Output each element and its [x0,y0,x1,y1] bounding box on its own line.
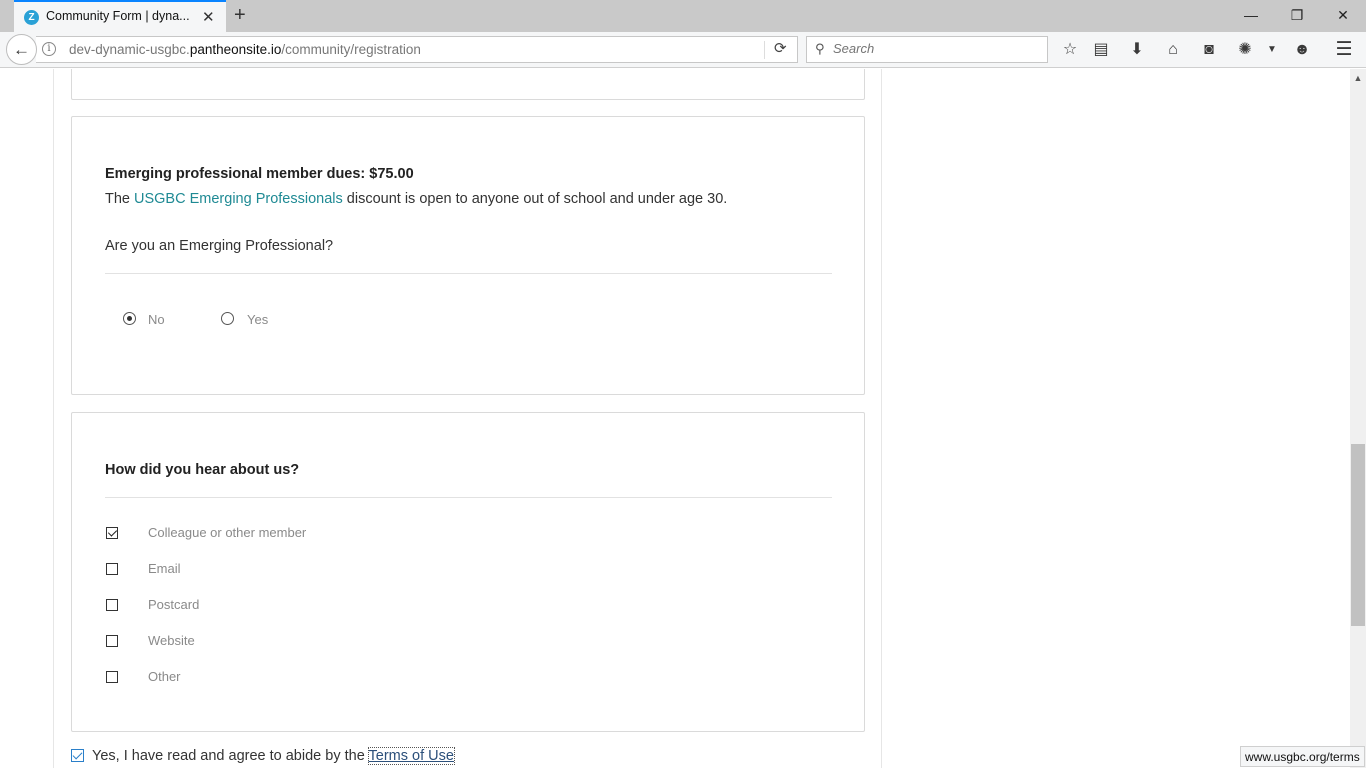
search-icon: ⚲ [815,41,825,56]
scroll-up-icon[interactable]: ▲ [1350,71,1366,85]
close-tab-icon[interactable]: ✕ [202,8,215,26]
dropdown-arrow-icon[interactable]: ▼ [1262,40,1282,60]
scrollbar-thumb[interactable] [1351,444,1365,626]
referral-heading: How did you hear about us? [105,462,300,478]
url-separator [764,41,765,59]
status-bar-url: www.usgbc.org/terms [1240,746,1365,767]
checkbox-postcard[interactable] [106,599,118,611]
dues-description: The USGBC Emerging Professionals discoun… [105,191,727,207]
extension-icon[interactable]: ✺ [1235,40,1255,60]
page-scrollbar[interactable]: ▲ [1350,69,1366,768]
home-icon[interactable]: ⌂ [1163,40,1183,60]
search-bar[interactable]: ⚲ [806,36,1048,63]
menu-icon[interactable]: ☰ [1334,40,1354,60]
url-text: dev-dynamic-usgbc.pantheonsite.io/commun… [69,42,421,57]
checkbox-email-label: Email [148,561,181,576]
emerging-professional-question: Are you an Emerging Professional? [105,238,334,254]
checkbox-other[interactable] [106,671,118,683]
navigation-toolbar: i dev-dynamic-usgbc.pantheonsite.io/comm… [0,32,1366,68]
terms-of-use-link[interactable]: Terms of Use [367,747,455,765]
terms-agree-text: Yes, I have read and agree to abide by t… [92,748,369,764]
referral-section-card: How did you hear about us? Colleague or … [71,412,865,732]
bookmark-star-icon[interactable]: ☆ [1060,40,1080,60]
form-column: Emerging professional member dues: $75.0… [53,69,882,768]
dues-text-after: discount is open to anyone out of school… [342,191,728,207]
tab-title: Community Form | dyna... [46,9,190,23]
download-icon[interactable]: ⬇ [1127,40,1147,60]
minimize-icon[interactable]: — [1228,4,1274,26]
radio-yes-label: Yes [247,312,269,327]
url-path: /community/registration [281,42,421,57]
dues-text-before: The [105,191,135,207]
new-tab-icon[interactable]: + [234,4,246,26]
divider [105,497,832,498]
previous-section-card [71,69,865,100]
info-icon[interactable]: i [42,42,56,56]
checkbox-website[interactable] [106,635,118,647]
radio-yes[interactable] [221,312,234,325]
url-host: pantheonsite.io [189,42,282,57]
back-icon[interactable]: ← [6,34,37,65]
dues-heading: Emerging professional member dues: $75.0… [105,166,414,182]
url-prefix: dev-dynamic-usgbc. [69,42,190,57]
restore-icon[interactable]: ❐ [1274,4,1320,26]
window-close-icon[interactable]: ✕ [1320,4,1366,26]
dues-section-card: Emerging professional member dues: $75.0… [71,116,865,395]
search-input[interactable] [833,41,1043,56]
checkbox-postcard-label: Postcard [148,597,200,612]
checkbox-colleague[interactable] [106,527,118,539]
terms-agree-checkbox[interactable] [71,749,84,762]
radio-no-label: No [148,312,165,327]
checkbox-email[interactable] [106,563,118,575]
site-favicon-icon: Z [24,10,39,25]
page-content: Emerging professional member dues: $75.0… [0,69,1350,768]
checkbox-colleague-label: Colleague or other member [148,525,307,540]
smiley-icon[interactable]: ☻ [1292,40,1312,60]
browser-tab[interactable]: Z Community Form | dyna... ✕ [14,0,226,32]
reload-icon[interactable]: ⟳ [774,39,787,57]
reading-list-icon[interactable]: ▤ [1091,40,1111,60]
divider [105,273,832,274]
tab-bar: Z Community Form | dyna... ✕ + — ❐ ✕ [0,0,1366,32]
emerging-professionals-link[interactable]: USGBC Emerging Professionals [134,191,343,207]
radio-no[interactable] [123,312,136,325]
terms-agree-label: Yes, I have read and agree to abide by t… [92,747,455,765]
checkbox-website-label: Website [148,633,195,648]
pocket-icon[interactable]: ◙ [1199,40,1219,60]
checkbox-other-label: Other [148,669,181,684]
url-bar[interactable]: i dev-dynamic-usgbc.pantheonsite.io/comm… [36,36,798,63]
